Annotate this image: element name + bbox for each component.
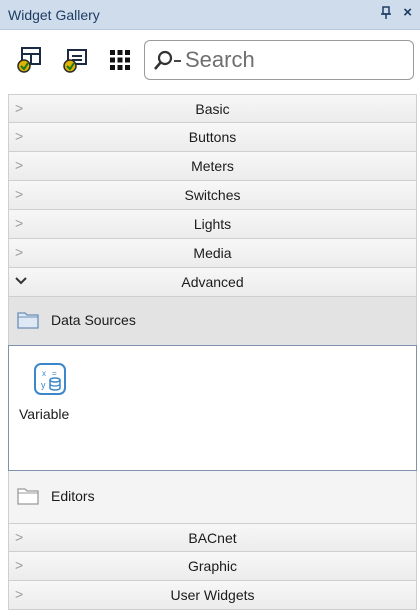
edit-widget-icon[interactable] <box>60 44 92 76</box>
group-label: Editors <box>51 488 95 504</box>
gallery-toolbar <box>0 30 420 94</box>
category-label: Basic <box>195 101 230 117</box>
group-label: Data Sources <box>51 312 136 328</box>
widget-label: Variable <box>19 406 70 422</box>
category-basic[interactable]: > Basic <box>8 94 417 123</box>
category-label: Advanced <box>181 274 244 290</box>
folder-icon <box>17 487 39 505</box>
category-meters[interactable]: > Meters <box>8 152 417 181</box>
advanced-content: Data Sources x = y Variable Editors <box>8 297 417 523</box>
widget-variable[interactable]: x = y Variable <box>19 360 83 430</box>
category-buttons[interactable]: > Buttons <box>8 123 417 152</box>
category-lights[interactable]: > Lights <box>8 210 417 239</box>
close-icon[interactable]: × <box>403 4 412 21</box>
category-graphic[interactable]: > Graphic <box>8 552 417 581</box>
svg-text:x: x <box>42 369 46 378</box>
category-label: Media <box>193 245 232 261</box>
category-label: Lights <box>193 216 232 232</box>
category-switches[interactable]: > Switches <box>8 181 417 210</box>
pin-icon[interactable] <box>380 6 392 23</box>
search-icon[interactable] <box>151 49 185 73</box>
svg-text:=: = <box>52 369 57 378</box>
grid-view-icon[interactable] <box>104 44 136 76</box>
category-label: User Widgets <box>170 587 255 603</box>
category-label: Meters <box>191 158 234 174</box>
category-label: Switches <box>184 187 241 203</box>
folder-icon <box>17 311 39 329</box>
panel-title: Widget Gallery <box>8 7 100 23</box>
category-media[interactable]: > Media <box>8 239 417 268</box>
variable-icon: x = y <box>33 362 67 396</box>
svg-text:y: y <box>41 380 46 390</box>
category-bacnet[interactable]: > BACnet <box>8 523 417 552</box>
panel-titlebar: Widget Gallery × <box>0 0 420 30</box>
search-input[interactable] <box>185 47 405 73</box>
search-box[interactable] <box>144 40 414 80</box>
data-sources-items: x = y Variable <box>8 345 417 471</box>
add-widget-icon[interactable] <box>14 44 46 76</box>
category-list: > Basic > Buttons > Meters > Switches > … <box>8 94 417 610</box>
category-label: BACnet <box>188 530 237 546</box>
category-advanced[interactable]: Advanced <box>8 268 417 297</box>
category-label: Buttons <box>188 129 237 145</box>
category-label: Graphic <box>187 558 238 574</box>
group-data-sources[interactable]: Data Sources <box>9 297 416 345</box>
group-editors[interactable]: Editors <box>9 471 416 523</box>
